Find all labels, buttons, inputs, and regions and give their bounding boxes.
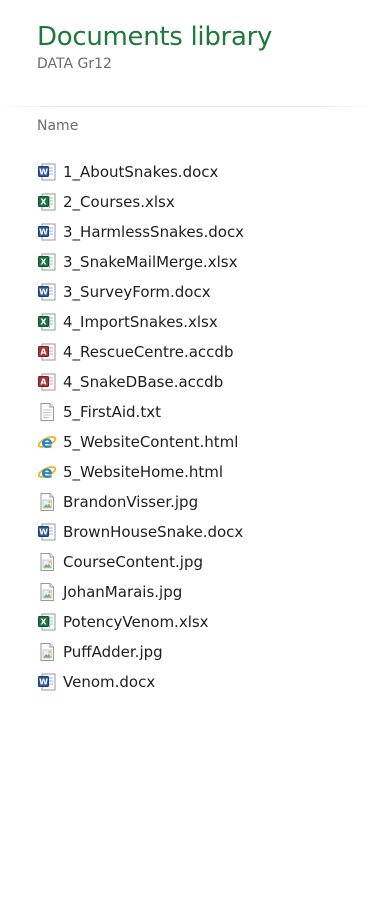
access-db-icon: A [37, 342, 57, 362]
svg-text:e: e [41, 433, 53, 452]
svg-text:W: W [39, 288, 48, 297]
svg-text:X: X [40, 198, 47, 207]
file-name: 5_WebsiteContent.html [63, 433, 239, 451]
file-row[interactable]: X 2_Courses.xlsx [37, 187, 357, 217]
word-doc-icon: W [37, 162, 57, 182]
image-file-icon [37, 492, 57, 512]
svg-text:e: e [41, 463, 53, 482]
file-name: 3_SurveyForm.docx [63, 283, 211, 301]
file-row[interactable]: X PotencyVenom.xlsx [37, 607, 357, 637]
word-doc-icon: W [37, 282, 57, 302]
file-row[interactable]: BrandonVisser.jpg [37, 487, 357, 517]
svg-text:A: A [40, 378, 47, 387]
access-db-icon: A [37, 372, 57, 392]
excel-sheet-icon: X [37, 192, 57, 212]
file-row[interactable]: CourseContent.jpg [37, 547, 357, 577]
svg-text:X: X [40, 618, 47, 627]
file-name: 4_SnakeDBase.accdb [63, 373, 224, 391]
excel-sheet-icon: X [37, 612, 57, 632]
file-row[interactable]: W 1_AboutSnakes.docx [37, 157, 357, 187]
file-name: PuffAdder.jpg [63, 643, 163, 661]
file-row[interactable]: e 5_WebsiteHome.html [37, 457, 357, 487]
library-title: Documents library [37, 22, 273, 52]
file-row[interactable]: W BrownHouseSnake.docx [37, 517, 357, 547]
file-name: 5_WebsiteHome.html [63, 463, 224, 481]
file-name: 1_AboutSnakes.docx [63, 163, 219, 181]
image-file-icon [37, 582, 57, 602]
file-name: 3_SnakeMailMerge.xlsx [63, 253, 238, 271]
file-row[interactable]: PuffAdder.jpg [37, 637, 357, 667]
svg-text:W: W [39, 678, 48, 687]
file-name: BrownHouseSnake.docx [63, 523, 244, 541]
internet-explorer-icon: e [37, 432, 57, 452]
excel-sheet-icon: X [37, 252, 57, 272]
name-column-header[interactable]: Name [37, 118, 78, 134]
file-name: PotencyVenom.xlsx [63, 613, 209, 631]
library-subtitle: DATA Gr12 [37, 56, 112, 72]
excel-sheet-icon: X [37, 312, 57, 332]
file-row[interactable]: A 4_RescueCentre.accdb [37, 337, 357, 367]
file-name: JohanMarais.jpg [63, 583, 183, 601]
word-doc-icon: W [37, 522, 57, 542]
file-row[interactable]: JohanMarais.jpg [37, 577, 357, 607]
file-row[interactable]: A 4_SnakeDBase.accdb [37, 367, 357, 397]
svg-text:W: W [39, 228, 48, 237]
file-row[interactable]: 5_FirstAid.txt [37, 397, 357, 427]
file-row[interactable]: W 3_HarmlessSnakes.docx [37, 217, 357, 247]
internet-explorer-icon: e [37, 462, 57, 482]
text-file-icon [37, 402, 57, 422]
file-name: 5_FirstAid.txt [63, 403, 161, 421]
image-file-icon [37, 642, 57, 662]
svg-text:A: A [40, 348, 47, 357]
svg-text:X: X [40, 258, 47, 267]
library-header: Documents library DATA Gr12 [37, 22, 374, 73]
file-list: W 1_AboutSnakes.docx X 2_Courses.xlsx W 3_Har… [37, 157, 357, 697]
svg-text:X: X [40, 318, 47, 327]
word-doc-icon: W [37, 222, 57, 242]
word-doc-icon: W [37, 672, 57, 692]
file-name: 2_Courses.xlsx [63, 193, 175, 211]
image-file-icon [37, 552, 57, 572]
svg-text:W: W [39, 528, 48, 537]
file-row[interactable]: X 3_SnakeMailMerge.xlsx [37, 247, 357, 277]
file-row[interactable]: W Venom.docx [37, 667, 357, 697]
header-divider [0, 106, 374, 107]
file-row[interactable]: e 5_WebsiteContent.html [37, 427, 357, 457]
file-name: BrandonVisser.jpg [63, 493, 199, 511]
file-name: 4_ImportSnakes.xlsx [63, 313, 218, 331]
file-name: CourseContent.jpg [63, 553, 204, 571]
file-name: 3_HarmlessSnakes.docx [63, 223, 245, 241]
svg-text:W: W [39, 168, 48, 177]
file-row[interactable]: X 4_ImportSnakes.xlsx [37, 307, 357, 337]
file-row[interactable]: W 3_SurveyForm.docx [37, 277, 357, 307]
file-name: 4_RescueCentre.accdb [63, 343, 234, 361]
file-name: Venom.docx [63, 673, 156, 691]
